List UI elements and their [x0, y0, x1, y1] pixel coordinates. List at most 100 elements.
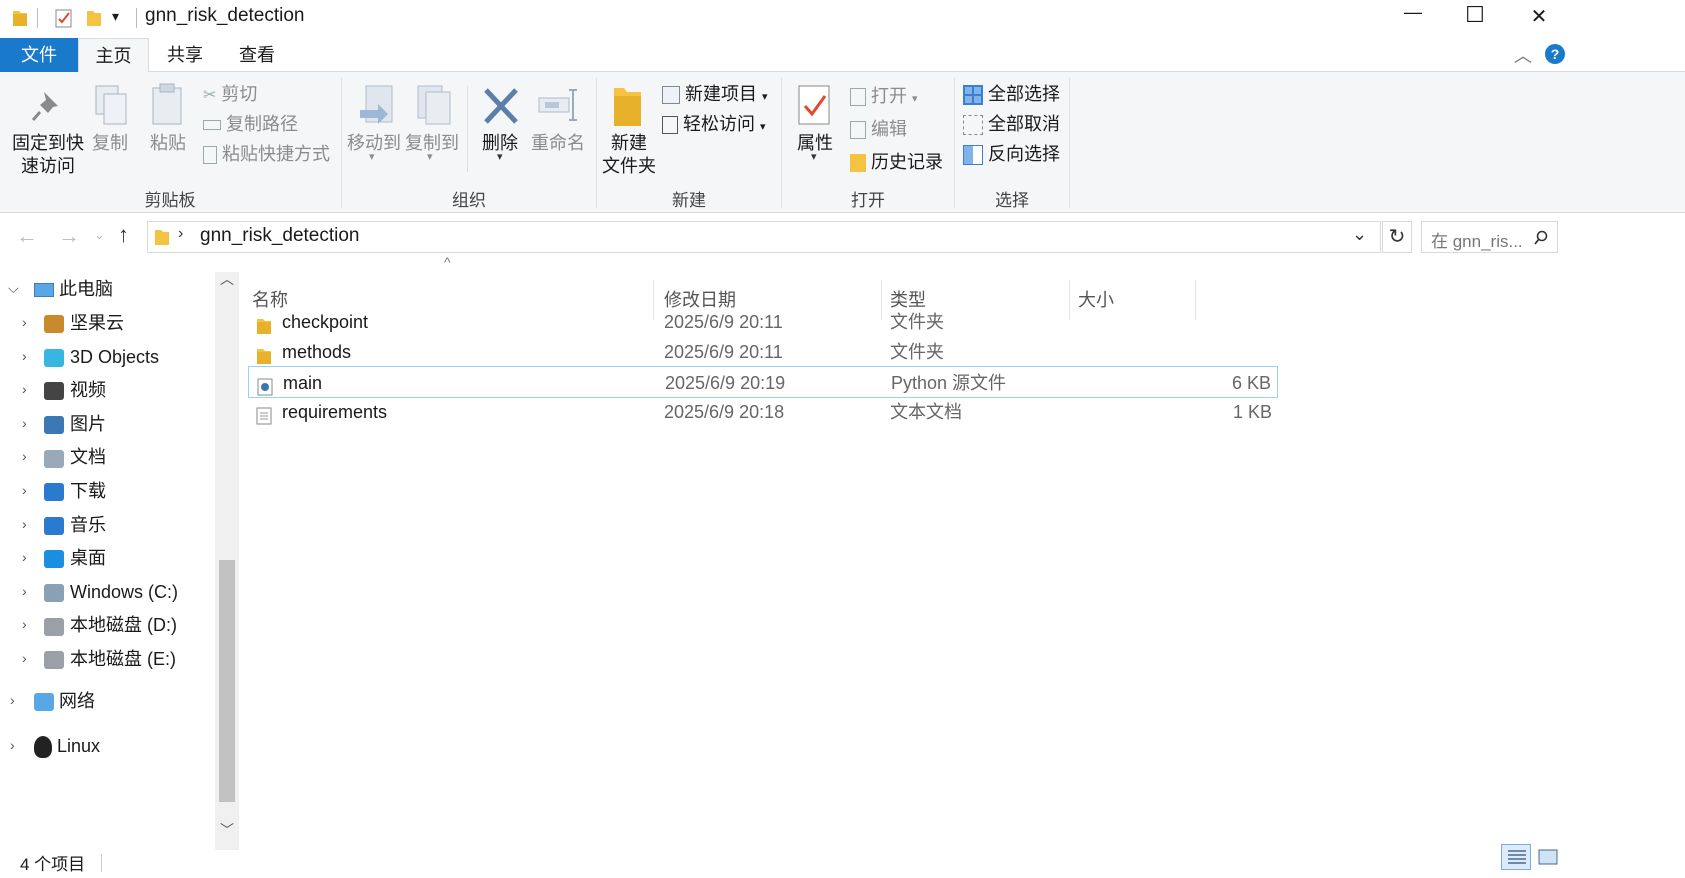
sidebar-item[interactable]: 图片 [44, 407, 106, 441]
chevron-right-icon[interactable]: › [10, 737, 15, 753]
chevron-right-icon[interactable]: › [22, 448, 27, 464]
sidebar-item[interactable]: 本地磁盘 (D:) [44, 608, 177, 642]
search-box[interactable]: 在 gnn_ris... [1421, 221, 1558, 253]
scroll-up-icon[interactable]: ︿ [220, 269, 234, 289]
invert-selection-button[interactable]: 反向选择 [963, 140, 1060, 168]
chevron-down-icon: ▾ [369, 151, 375, 163]
open-button[interactable]: 打开 ▾ [850, 82, 918, 110]
breadcrumb[interactable]: gnn_risk_detection [200, 225, 360, 247]
chevron-down-icon: ▾ [427, 151, 433, 163]
divider [136, 8, 137, 28]
sidebar-item-label: 音乐 [70, 514, 106, 535]
chevron-right-icon[interactable]: › [22, 583, 27, 599]
breadcrumb-chevron-icon[interactable]: › [178, 225, 183, 243]
sidebar-item[interactable]: 视频 [44, 373, 106, 407]
address-dropdown-icon[interactable]: ⌄ [1352, 224, 1367, 245]
new-folder-label-1: 新建 [611, 133, 647, 153]
up-button[interactable]: ↑ [118, 222, 129, 248]
new-folder-button[interactable]: 新建 文件夹 [598, 132, 660, 178]
select-all-button[interactable]: 全部选择 [963, 80, 1060, 108]
table-row[interactable]: checkpoint 2025/6/9 20:11 文件夹 [248, 306, 1278, 338]
nav-this-pc[interactable]: 此电脑 [34, 272, 113, 306]
scroll-down-icon[interactable]: ﹀ [220, 820, 234, 840]
cut-button[interactable]: ✂ 剪切 [203, 80, 257, 108]
invert-selection-icon [963, 145, 983, 166]
chevron-right-icon[interactable]: › [22, 314, 27, 330]
qat-dropdown-icon[interactable]: ▾ [112, 8, 119, 25]
file-date: 2025/6/9 20:11 [664, 342, 783, 362]
sidebar-item[interactable]: 本地磁盘 (E:) [44, 642, 176, 676]
tab-home[interactable]: 主页 [78, 38, 149, 73]
folder-icon [155, 230, 169, 245]
chevron-right-icon[interactable]: › [22, 348, 27, 364]
table-row[interactable]: methods 2025/6/9 20:11 文件夹 [248, 336, 1278, 368]
tab-view[interactable]: 查看 [222, 38, 292, 72]
sidebar-item[interactable]: Windows (C:) [44, 575, 178, 609]
minimize-button[interactable]: — [1398, 2, 1428, 23]
chevron-right-icon[interactable]: › [22, 549, 27, 565]
nutstore-icon [44, 315, 64, 334]
sidebar-item[interactable]: 下载 [44, 474, 106, 508]
pin-quick-access-button[interactable]: 固定到快 速访问 [6, 132, 90, 178]
nav-label: Linux [57, 736, 101, 756]
sidebar-item[interactable]: 桌面 [44, 541, 106, 575]
chevron-right-icon[interactable]: › [10, 692, 15, 708]
chevron-right-icon[interactable]: › [22, 482, 27, 498]
edit-button[interactable]: 编辑 [850, 115, 907, 143]
select-none-label: 全部取消 [988, 114, 1061, 134]
chevron-right-icon[interactable]: › [22, 616, 27, 632]
close-button[interactable]: ✕ [1524, 4, 1554, 29]
nav-scrollbar[interactable]: ︿ ﹀ [215, 269, 239, 850]
table-row[interactable]: requirements 2025/6/9 20:18 文本文档 1 KB [248, 396, 1278, 428]
pin-icon [31, 92, 58, 121]
paste-button[interactable]: 粘贴 [146, 132, 190, 155]
chevron-right-icon[interactable]: › [22, 381, 27, 397]
navigation-bar: ← → ⌄ ↑ › gnn_risk_detection ⌄ ↻ 在 gnn_r… [0, 213, 1685, 263]
desktop-icon [44, 550, 64, 569]
details-view-button[interactable] [1501, 844, 1531, 870]
sidebar-item-label: 坚果云 [70, 313, 124, 333]
chevron-down-icon[interactable]: ⌵ [8, 280, 19, 297]
forward-button[interactable]: → [58, 223, 80, 249]
chevron-right-icon[interactable]: › [22, 516, 27, 532]
network-icon [34, 693, 54, 712]
sidebar-item[interactable]: 音乐 [44, 508, 106, 542]
chevron-right-icon[interactable]: › [22, 650, 27, 666]
sidebar-item[interactable]: 文档 [44, 440, 106, 474]
cut-label: 剪切 [221, 84, 258, 104]
table-row[interactable]: main 2025/6/9 20:19 Python 源文件 6 KB [248, 366, 1278, 398]
nav-linux[interactable]: Linux [34, 729, 100, 763]
large-icons-view-button[interactable] [1536, 846, 1560, 868]
cube-icon [44, 348, 64, 367]
tab-share[interactable]: 共享 [152, 38, 218, 72]
sidebar-item[interactable]: 3D Objects [44, 340, 159, 374]
easy-access-button[interactable]: 轻松访问 ▾ [662, 110, 766, 138]
nav-network[interactable]: 网络 [34, 684, 95, 718]
tab-file[interactable]: 文件 [0, 38, 78, 72]
maximize-button[interactable]: ☐ [1460, 2, 1490, 28]
paste-shortcut-button[interactable]: 粘贴快捷方式 [203, 140, 330, 168]
new-item-button[interactable]: 新建项目 ▾ [662, 80, 768, 108]
nav-label: 网络 [59, 691, 96, 711]
new-folder-qat-icon[interactable] [86, 8, 104, 28]
sidebar-item[interactable]: 坚果云 [44, 306, 124, 340]
help-icon[interactable]: ? [1545, 44, 1565, 64]
collapse-ribbon-icon[interactable]: ︿ [1514, 42, 1532, 68]
history-button[interactable]: 历史记录 [850, 148, 943, 176]
chevron-right-icon[interactable]: › [22, 415, 27, 431]
properties-qat-icon[interactable] [54, 8, 74, 28]
copy-button[interactable]: 复制 [88, 132, 132, 155]
recent-locations-dropdown[interactable]: ⌄ [94, 227, 105, 243]
refresh-button[interactable]: ↻ [1382, 221, 1412, 253]
documents-icon [44, 449, 64, 468]
address-box[interactable]: › gnn_risk_detection ⌄ [147, 221, 1381, 253]
scrollbar-thumb[interactable] [219, 560, 235, 802]
open-label: 打开 [871, 86, 908, 106]
file-type: 文本文档 [890, 402, 962, 422]
select-none-button[interactable]: 全部取消 [963, 110, 1060, 138]
back-button[interactable]: ← [16, 223, 38, 249]
drive-icon [44, 651, 64, 670]
rename-button[interactable]: 重命名 [530, 132, 586, 155]
copy-path-button[interactable]: 复制路径 [203, 110, 298, 138]
search-placeholder[interactable]: 在 gnn_ris... [1431, 227, 1523, 252]
